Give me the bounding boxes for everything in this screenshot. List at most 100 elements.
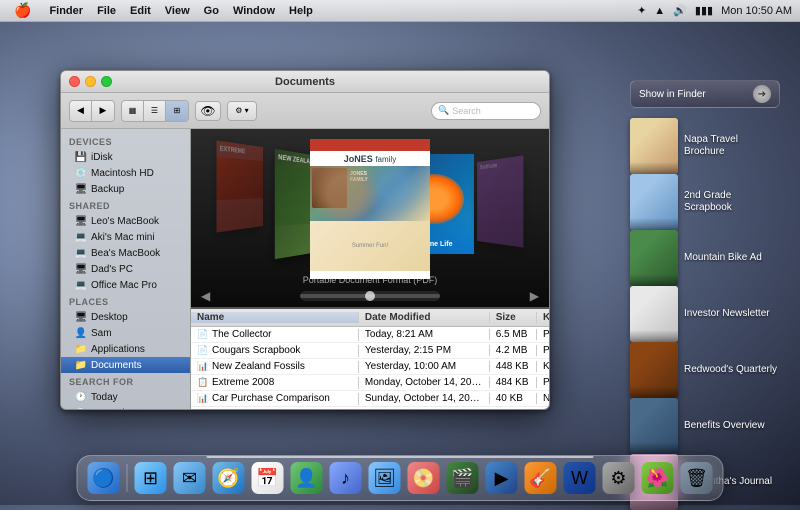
sidebar-label-officemac: Office Mac Pro: [91, 280, 157, 291]
cf-item-far-left[interactable]: EXTREME: [217, 140, 263, 232]
menu-finder[interactable]: Finder: [43, 3, 89, 19]
col-name[interactable]: Name: [191, 312, 359, 323]
dock-item-iphoto[interactable]: 🖼: [367, 460, 403, 496]
col-size[interactable]: Size: [490, 312, 537, 323]
close-button[interactable]: [69, 76, 80, 87]
sidebar-item-leos[interactable]: 🖥 Leo's MacBook: [61, 213, 190, 229]
menu-window[interactable]: Window: [227, 3, 281, 19]
menu-bar-right: ✦ ▲ 🔊 ▮▮▮ Mon 10:50 AM: [637, 4, 792, 17]
sidebar-header-places: PLACES: [61, 293, 190, 309]
dock-separator-0: [127, 464, 128, 492]
sidebar-label-sam: Sam: [91, 328, 112, 339]
dock-item-trash[interactable]: 🗑: [679, 460, 715, 496]
stack-item-2[interactable]: Mountain Bike Ad: [630, 230, 780, 286]
file-row-4[interactable]: 📊 Car Purchase Comparison Sunday, Octobe…: [191, 391, 549, 407]
coverflow-prev[interactable]: ◀: [201, 289, 210, 303]
file-row-0[interactable]: 📄 The Collector Today, 8:21 AM 6.5 MB Pa…: [191, 327, 549, 343]
icon-view-button[interactable]: ▦: [122, 101, 144, 121]
search-placeholder: Search: [452, 106, 481, 116]
dock-item-address-book[interactable]: 👤: [289, 460, 325, 496]
dock-item-ical[interactable]: 📅: [250, 460, 286, 496]
search-icon: 🔍: [438, 105, 449, 116]
menu-view[interactable]: View: [159, 3, 196, 19]
dock-item-safari[interactable]: 🧭: [211, 460, 247, 496]
dock-item-finder[interactable]: 🔵: [86, 460, 122, 496]
menu-help[interactable]: Help: [283, 3, 319, 19]
file-date: Yesterday, 10:00 AM: [359, 361, 490, 372]
file-date: Monday, October 14, 2007, 6:48 PM: [359, 377, 490, 388]
menu-go[interactable]: Go: [198, 3, 225, 19]
quicklook-button[interactable]: 👁: [195, 101, 221, 121]
dock-item-word[interactable]: W: [562, 460, 598, 496]
col-kind[interactable]: Kind: [537, 312, 549, 323]
cf-item-center[interactable]: JoNES family JONESFAMILY Summer Fun!: [310, 139, 430, 279]
dock-item-mail[interactable]: ✉: [172, 460, 208, 496]
col-date[interactable]: Date Modified: [359, 312, 490, 323]
sidebar-header-shared: SHARED: [61, 197, 190, 213]
coverflow-view-button[interactable]: ⊞: [166, 101, 188, 121]
list-view-button[interactable]: ☰: [144, 101, 166, 121]
sidebar-item-applications[interactable]: 📁 Applications: [61, 341, 190, 357]
show-in-finder-button[interactable]: Show in Finder ➔: [630, 80, 780, 108]
sidebar-item-yesterday[interactable]: 🕐 Yesterday: [61, 405, 190, 409]
cf-item-far-right[interactable]: Southside: [477, 155, 523, 247]
sidebar-header-searchfor: SEARCH FOR: [61, 373, 190, 389]
dock-icon-0: 🔵: [88, 462, 120, 494]
sidebar-item-macintoshhd[interactable]: 💿 Macintosh HD: [61, 165, 190, 181]
stack-item-1[interactable]: 2nd Grade Scrapbook: [630, 174, 780, 230]
sidebar-item-documents[interactable]: 📁 Documents: [61, 357, 190, 373]
wifi-icon: ▲: [654, 5, 665, 17]
dock-item-system-preferences[interactable]: ⚙: [601, 460, 637, 496]
coverflow-nav: ◀ ▶: [191, 289, 549, 303]
menu-edit[interactable]: Edit: [124, 3, 157, 19]
action-button[interactable]: ⚙ ▾: [227, 101, 257, 121]
coverflow-next[interactable]: ▶: [530, 289, 539, 303]
sidebar-item-officemac[interactable]: 💻 Office Mac Pro: [61, 277, 190, 293]
stack-item-4[interactable]: Redwood's Quarterly: [630, 342, 780, 398]
dock-icon-8: 📀: [408, 462, 440, 494]
stack-label-4: Redwood's Quarterly: [684, 364, 777, 376]
file-row-5[interactable]: 🖼 Canoe Fun.jpg Saturday, October 13, 20…: [191, 407, 549, 409]
stack-label-0: Napa Travel Brochure: [684, 134, 780, 158]
back-button[interactable]: ◀: [70, 101, 92, 121]
stack-item-0[interactable]: Napa Travel Brochure: [630, 118, 780, 174]
dock-item-garageband[interactable]: 🎸: [523, 460, 559, 496]
file-row-1[interactable]: 📄 Cougars Scrapbook Yesterday, 2:15 PM 4…: [191, 343, 549, 359]
applications-icon: 📁: [75, 343, 87, 355]
menu-file[interactable]: File: [91, 3, 122, 19]
file-name: New Zealand Fossils: [212, 361, 305, 372]
dock-item-idvd[interactable]: 📀: [406, 460, 442, 496]
minimize-button[interactable]: [85, 76, 96, 87]
sidebar-label-documents: Documents: [91, 360, 142, 371]
maximize-button[interactable]: [101, 76, 112, 87]
sidebar-item-today[interactable]: 🕐 Today: [61, 389, 190, 405]
dock-item-dashboard[interactable]: ⊞: [133, 460, 169, 496]
sidebar-item-dadspc[interactable]: 🖥 Dad's PC: [61, 261, 190, 277]
file-row-3[interactable]: 📋 Extreme 2008 Monday, October 14, 2007,…: [191, 375, 549, 391]
sidebar-item-beas[interactable]: 💻 Bea's MacBook: [61, 245, 190, 261]
file-size: 448 KB: [490, 361, 537, 372]
stack-item-3[interactable]: Investor Newsletter: [630, 286, 780, 342]
dock-icon-7: 🖼: [369, 462, 401, 494]
forward-button[interactable]: ▶: [92, 101, 114, 121]
sam-icon: 👤: [75, 327, 87, 339]
sidebar-item-desktop[interactable]: 🖥 Desktop: [61, 309, 190, 325]
dock-item-photos[interactable]: 🌺: [640, 460, 676, 496]
dock-item-itunes[interactable]: ♪: [328, 460, 364, 496]
sidebar-item-backup[interactable]: 🖥 Backup: [61, 181, 190, 197]
yesterday-icon: 🕐: [75, 407, 87, 409]
dock-item-imovie[interactable]: 🎬: [445, 460, 481, 496]
traffic-lights: [69, 76, 112, 87]
file-row-2[interactable]: 📊 New Zealand Fossils Yesterday, 10:00 A…: [191, 359, 549, 375]
coverflow-area[interactable]: EXTREME NEW ZEALAND: [191, 129, 549, 309]
finder-list: Name Date Modified Size Kind 📄 The Colle…: [191, 309, 549, 409]
dock-item-quicktime[interactable]: ▶: [484, 460, 520, 496]
dock-items: 🔵 ⊞✉🧭📅👤♪🖼📀🎬▶🎸W⚙🌺🗑: [86, 460, 715, 496]
sidebar-item-akis[interactable]: 💻 Aki's Mac mini: [61, 229, 190, 245]
dock-icon-1: ⊞: [135, 462, 167, 494]
search-box[interactable]: 🔍 Search: [431, 102, 541, 120]
sidebar-item-sam[interactable]: 👤 Sam: [61, 325, 190, 341]
apple-menu[interactable]: 🍎: [8, 0, 37, 21]
stack-item-5[interactable]: Benefits Overview: [630, 398, 780, 454]
sidebar-item-idisk[interactable]: 💾 iDisk: [61, 149, 190, 165]
